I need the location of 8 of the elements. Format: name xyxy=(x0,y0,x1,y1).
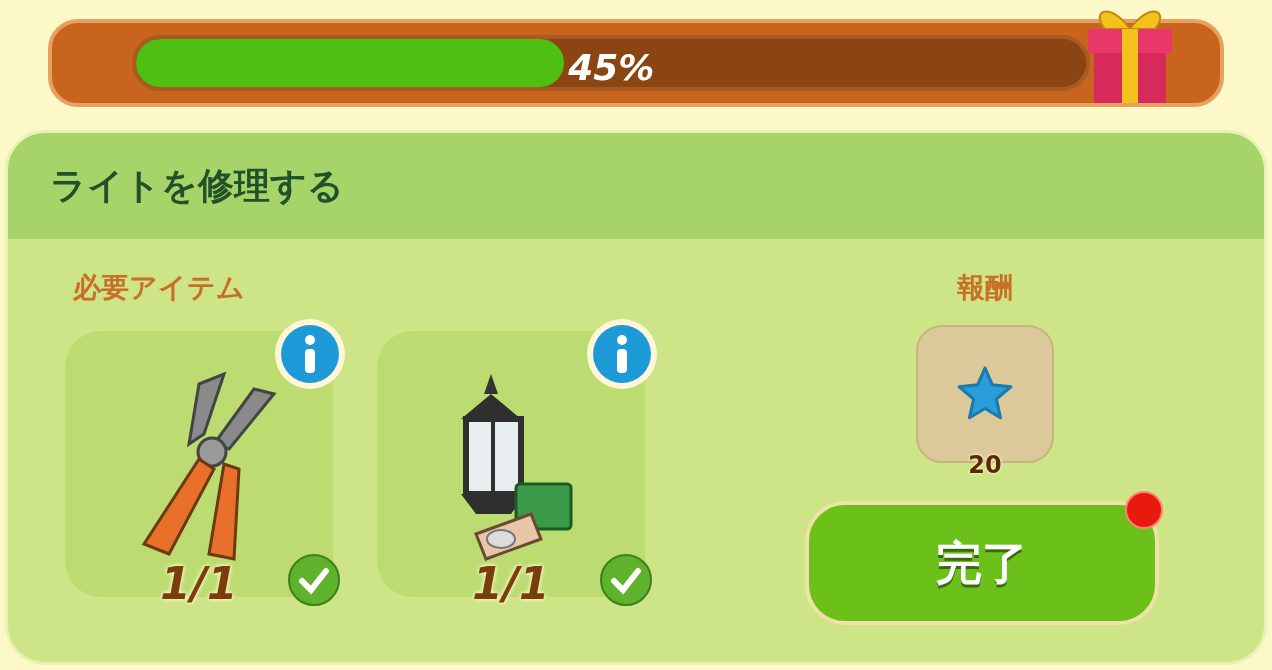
complete-button[interactable]: 完了 xyxy=(805,501,1159,625)
reward-amount: 20 xyxy=(968,450,1002,481)
task-title: ライトを修理する xyxy=(50,164,344,208)
progress-reading: 45% xyxy=(568,46,655,90)
reward-heading: 報酬 xyxy=(957,270,1013,306)
required-heading: 必要アイテム xyxy=(73,270,246,306)
item-count: 1/1 xyxy=(160,557,238,611)
item-count: 1/1 xyxy=(472,557,550,611)
